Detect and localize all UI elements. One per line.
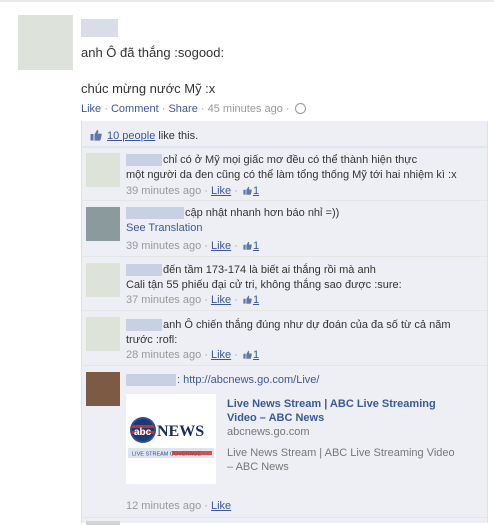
abc-news-logo: abc NEWS LIVE STREAM COVERAGE [126,394,216,484]
comment-like-link[interactable]: Like [211,294,231,306]
comment-meta: 39 minutes ago · Like · 1 [126,240,260,252]
comment-timestamp[interactable]: 12 minutes ago [126,500,201,512]
likes-suffix: like this. [155,130,199,142]
poster-name-redacted[interactable] [81,19,118,37]
comment-link-url[interactable]: : http://abcnews.go.com/Live/ [177,374,319,386]
like-link[interactable]: Like [81,103,101,115]
likers-link[interactable]: 10 people [107,130,155,142]
link-preview-domain: abcnews.go.com [227,426,310,438]
comment-meta: 28 minutes ago · Like · 1 [126,349,260,361]
comment-like-link[interactable]: Like [211,240,231,252]
comment-like-count[interactable]: 1 [253,349,259,361]
thumbs-up-icon [243,350,252,359]
comment-text: cập nhật nhanh hơn báo nhỉ =)) [185,207,340,219]
comment-meta: 37 minutes ago · Like · 1 [126,294,260,306]
comment-item: : http://abcnews.go.com/Live/ abc NEWS L… [82,365,487,518]
comment-item: cập nhật nhanh hơn báo nhỉ =)) See Trans… [82,200,487,257]
comment-timestamp[interactable]: 37 minutes ago [126,294,201,306]
commenter-name-redacted[interactable] [126,374,176,387]
commenter-avatar[interactable] [86,263,120,297]
link-preview-image[interactable]: abc NEWS LIVE STREAM COVERAGE [126,394,216,484]
share-link[interactable]: Share [168,103,197,115]
comment-like-count[interactable]: 1 [253,294,259,306]
thumbs-up-icon [243,186,252,195]
comment-like-link[interactable]: Like [211,349,231,361]
commenter-name-redacted[interactable] [126,264,162,277]
comment-timestamp[interactable]: 39 minutes ago [126,185,201,197]
thumbs-up-icon [243,295,252,304]
link-preview-title[interactable]: Live News Stream | ABC Live Streaming Vi… [227,397,462,425]
post-text-line2: chúc mừng nước Mỹ :x [81,81,216,96]
comment-timestamp[interactable]: 28 minutes ago [126,349,201,361]
commenter-name-redacted[interactable] [126,319,162,332]
comment-text: đến tầm 173-174 là biết ai thắng rồi mà … [163,264,376,276]
commenter-name-redacted[interactable] [126,154,162,167]
comment-text-line2: một người da đen cũng có thể làm tổng th… [126,169,457,181]
comment-like-link[interactable]: Like [211,500,231,512]
post-actions: Like · Comment · Share · 45 minutes ago … [81,102,306,115]
poster-avatar[interactable] [18,15,73,70]
comment-text-line2: trước :rofl: [126,334,178,346]
comment-item: anh Ô chiến thắng đúng như dự đoán của đ… [82,310,487,366]
comment-meta: 39 minutes ago · Like · 1 [126,185,260,197]
comment-like-count[interactable]: 1 [253,240,259,252]
commenter-avatar[interactable] [86,153,120,187]
top-border [0,0,494,2]
comment-item: chỉ có ở Mỹ mọi giấc mơ đều có thể thành… [82,147,487,201]
link-preview-description: Live News Stream | ABC Live Streaming Vi… [227,447,455,473]
comment-like-count[interactable]: 1 [253,185,259,197]
commenter-avatar[interactable] [86,207,120,241]
logo-news-text: NEWS [157,423,204,440]
see-translation-link[interactable]: See Translation [126,222,202,234]
comment-like-link[interactable]: Like [211,185,231,197]
svg-text:abc: abc [134,427,152,438]
comment-text: chỉ có ở Mỹ mọi giấc mơ đều có thể thành… [163,154,418,166]
comment-timestamp[interactable]: 39 minutes ago [126,240,201,252]
comments-panel: 10 people like this. chỉ có ở Mỹ mọi giấ… [81,121,488,525]
commenter-avatar[interactable] [86,521,120,525]
comment-item: đến tầm 173-174 là biết ai thắng rồi mà … [82,256,487,311]
thumbs-up-icon [90,129,102,141]
post-timestamp[interactable]: 45 minutes ago [208,103,283,115]
post-text-line1: anh Ô đã thắng :sogood: [81,45,225,60]
commenter-name-redacted[interactable] [126,207,184,220]
globe-icon [294,102,306,114]
commenter-avatar[interactable] [86,317,120,351]
commenter-avatar[interactable] [86,372,120,406]
link-preview-details: Live News Stream | ABC Live Streaming Vi… [227,397,462,474]
comment-link[interactable]: Comment [111,103,159,115]
comment-text-line2: Cali tận 55 phiếu đại cử tri, không thắn… [126,279,402,291]
likes-summary: 10 people like this. [82,121,487,147]
thumbs-up-icon [243,241,252,250]
comment-text: anh Ô chiến thắng đúng như dự đoán của đ… [163,319,451,331]
comment-meta: 12 minutes ago · Like [126,500,232,512]
